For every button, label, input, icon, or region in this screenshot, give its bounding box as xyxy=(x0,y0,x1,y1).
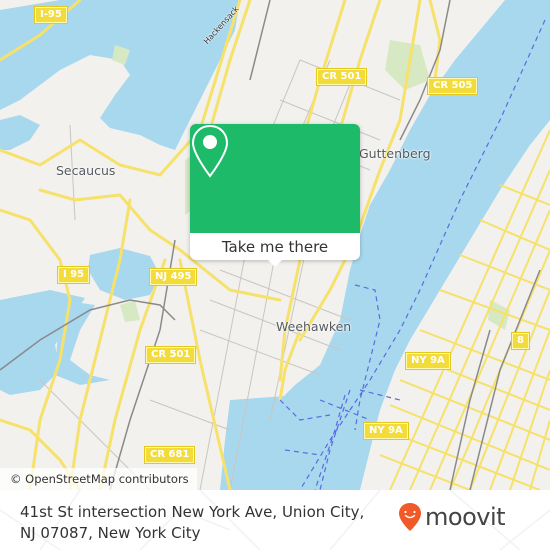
shield-nj495: NJ 495 xyxy=(148,268,198,286)
popup-pointer xyxy=(267,259,283,267)
shield-ny9a-bottom: NY 9A xyxy=(363,422,409,440)
shield-i95-top: I-95 xyxy=(34,6,68,24)
map-canvas[interactable]: Hackensack Secaucus Guttenberg Weehawken… xyxy=(0,0,550,490)
moovit-wordmark: moovit xyxy=(425,503,506,531)
park-5 xyxy=(120,300,140,322)
shield-cr681: CR 681 xyxy=(143,446,196,464)
moovit-pin-icon xyxy=(399,503,421,531)
shield-route-8: 8 xyxy=(511,332,530,350)
moovit-logo[interactable]: moovit xyxy=(398,502,506,532)
shield-ny9a-top: NY 9A xyxy=(405,352,451,370)
place-label-secaucus: Secaucus xyxy=(56,163,116,178)
map-pin-icon xyxy=(191,124,229,178)
popup-header xyxy=(190,124,360,233)
shield-cr501-mid: CR 501 xyxy=(144,346,197,364)
water-hackensack-river xyxy=(0,115,40,150)
address-text: 41st St intersection New York Ave, Union… xyxy=(20,503,365,542)
shield-cr501-top: CR 501 xyxy=(315,68,368,86)
location-popup: Take me there xyxy=(190,124,360,267)
shield-i95-mid: I 95 xyxy=(56,266,91,284)
shield-cr505: CR 505 xyxy=(426,77,479,95)
take-me-there-button[interactable]: Take me there xyxy=(190,233,360,260)
place-label-weehawken: Weehawken xyxy=(276,319,352,334)
footer: 41st St intersection New York Ave, Union… xyxy=(0,490,550,550)
osm-attribution[interactable]: © OpenStreetMap contributors xyxy=(0,468,197,490)
place-label-guttenberg: Guttenberg xyxy=(359,146,431,161)
